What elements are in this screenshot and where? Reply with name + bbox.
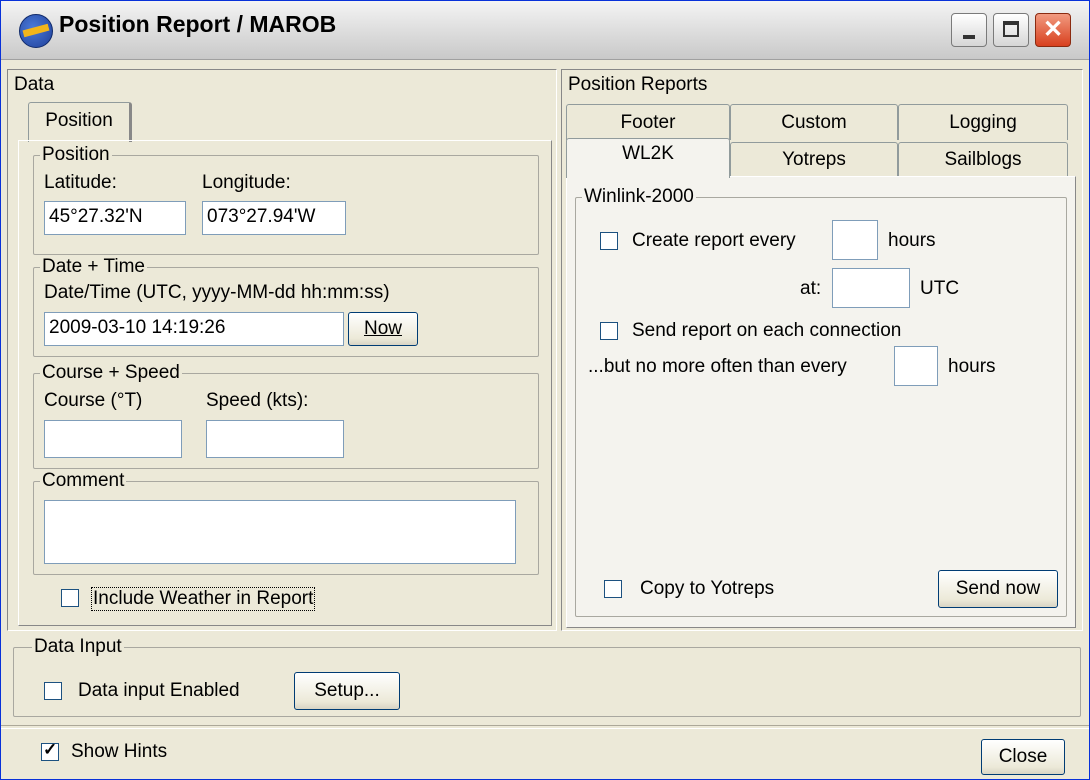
include-weather-checkbox[interactable] bbox=[61, 589, 79, 607]
tab-footer[interactable]: Footer bbox=[566, 104, 730, 140]
footer-divider bbox=[1, 725, 1089, 729]
tab-sailblogs[interactable]: Sailblogs bbox=[898, 142, 1068, 176]
tab-position[interactable]: Position bbox=[28, 102, 132, 142]
comment-group: Comment bbox=[33, 470, 539, 575]
reports-panel-title: Position Reports bbox=[568, 74, 708, 96]
no-more-often-hours-field[interactable] bbox=[894, 346, 938, 386]
show-hints-label: Show Hints bbox=[71, 741, 168, 762]
report-hours-field[interactable] bbox=[832, 220, 878, 260]
checkmark-icon: ✓ bbox=[43, 740, 58, 759]
longitude-label: Longitude: bbox=[202, 172, 291, 193]
utc-label: UTC bbox=[920, 278, 960, 299]
send-now-button[interactable]: Send now bbox=[938, 570, 1058, 608]
data-input-enabled-checkbox[interactable] bbox=[44, 682, 62, 700]
speed-field[interactable] bbox=[206, 420, 344, 458]
course-speed-group: Course + Speed Course (°T) Speed (kts): bbox=[33, 362, 539, 469]
send-each-connection-label: Send report on each connection bbox=[632, 320, 902, 341]
course-speed-group-title: Course + Speed bbox=[40, 362, 182, 384]
no-more-often-label: ...but no more often than every bbox=[588, 356, 847, 377]
winlink-group-title: Winlink-2000 bbox=[582, 186, 696, 208]
app-globe-icon bbox=[19, 14, 53, 48]
reports-panel: Position Reports Footer Custom Logging W… bbox=[561, 69, 1083, 631]
datetime-group: Date + Time Date/Time (UTC, yyyy-MM-dd h… bbox=[33, 256, 539, 357]
title-bar[interactable]: Position Report / MAROB ✕ bbox=[1, 1, 1089, 60]
hours-label: hours bbox=[888, 230, 936, 251]
at-time-field[interactable] bbox=[832, 268, 910, 308]
close-button[interactable]: Close bbox=[981, 739, 1065, 775]
create-report-checkbox[interactable] bbox=[600, 232, 618, 250]
no-more-often-hours-label: hours bbox=[948, 356, 996, 377]
datetime-label: Date/Time (UTC, yyyy-MM-dd hh:mm:ss) bbox=[44, 282, 390, 303]
show-hints-checkbox[interactable]: ✓ bbox=[41, 740, 59, 761]
latitude-field[interactable]: 45°27.32'N bbox=[44, 201, 186, 235]
speed-label: Speed (kts): bbox=[206, 390, 309, 411]
winlink-group: Winlink-2000 Create report every hours a… bbox=[575, 186, 1067, 617]
copy-to-yotreps-checkbox[interactable] bbox=[604, 580, 622, 598]
maximize-button[interactable] bbox=[993, 13, 1029, 47]
data-input-group-title: Data Input bbox=[32, 636, 124, 658]
window-title: Position Report / MAROB bbox=[59, 11, 337, 37]
latitude-label: Latitude: bbox=[44, 172, 117, 193]
tab-custom[interactable]: Custom bbox=[730, 104, 898, 140]
close-window-button[interactable]: ✕ bbox=[1035, 13, 1071, 47]
course-label: Course (°T) bbox=[44, 390, 143, 411]
tab-wl2k[interactable]: WL2K bbox=[566, 138, 730, 178]
include-weather-label[interactable]: Include Weather in Report bbox=[91, 587, 316, 611]
position-group: Position Latitude: 45°27.32'N Longitude:… bbox=[33, 144, 539, 255]
setup-button[interactable]: Setup... bbox=[294, 672, 400, 710]
tab-logging[interactable]: Logging bbox=[898, 104, 1068, 140]
data-input-group: Data Input Data input Enabled Setup... bbox=[13, 636, 1081, 717]
datetime-group-title: Date + Time bbox=[40, 256, 147, 278]
now-button[interactable]: Now bbox=[348, 312, 418, 346]
close-icon: ✕ bbox=[1042, 16, 1064, 43]
tab-yotreps[interactable]: Yotreps bbox=[730, 142, 898, 176]
minimize-button[interactable] bbox=[951, 13, 987, 47]
data-panel-title: Data bbox=[14, 74, 55, 96]
data-input-enabled-label: Data input Enabled bbox=[78, 680, 240, 701]
send-each-connection-checkbox[interactable] bbox=[600, 322, 618, 340]
comment-group-title: Comment bbox=[40, 470, 127, 492]
position-tab-page: Position Latitude: 45°27.32'N Longitude:… bbox=[18, 140, 552, 626]
maximize-icon bbox=[1003, 21, 1019, 37]
position-report-window: Position Report / MAROB ✕ Data Position … bbox=[0, 0, 1090, 780]
datetime-field[interactable]: 2009-03-10 14:19:26 bbox=[44, 312, 344, 346]
position-group-title: Position bbox=[40, 144, 112, 166]
comment-field[interactable] bbox=[44, 500, 516, 564]
at-label: at: bbox=[800, 278, 822, 299]
data-panel: Data Position Position Latitude: 45°27.3… bbox=[7, 69, 557, 631]
course-field[interactable] bbox=[44, 420, 182, 458]
create-report-label: Create report every bbox=[632, 230, 796, 251]
longitude-field[interactable]: 073°27.94'W bbox=[202, 201, 346, 235]
copy-to-yotreps-label: Copy to Yotreps bbox=[640, 578, 775, 599]
minimize-icon bbox=[963, 35, 975, 39]
wl2k-tab-page: Winlink-2000 Create report every hours a… bbox=[566, 176, 1076, 628]
